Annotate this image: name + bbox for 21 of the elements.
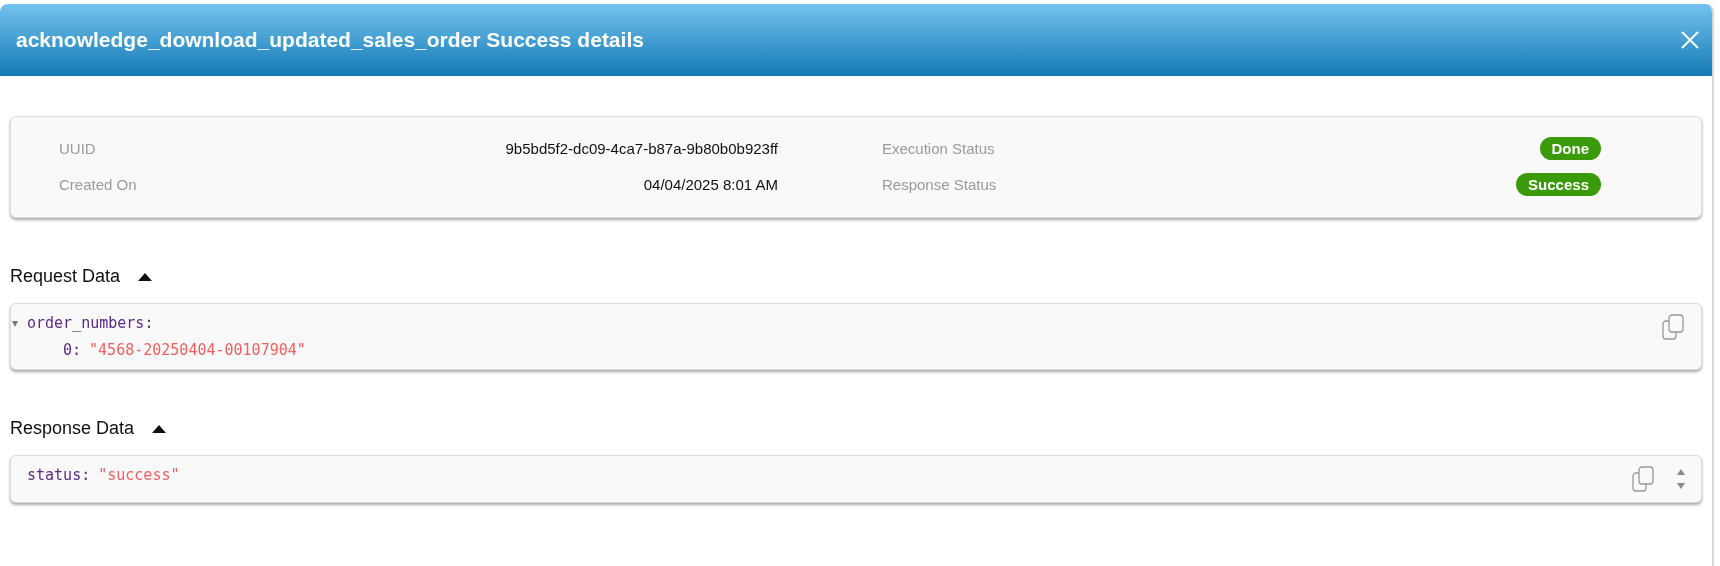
detail-label: Created On bbox=[59, 175, 137, 193]
scroll-up-icon[interactable] bbox=[1677, 469, 1685, 475]
detail-label: Response Status bbox=[882, 175, 997, 193]
copy-icon[interactable] bbox=[1661, 314, 1685, 340]
json-value: "success" bbox=[98, 466, 180, 484]
dialog-title: acknowledge_download_updated_sales_order Success details bbox=[16, 28, 644, 52]
status-badge: Success bbox=[1516, 172, 1601, 196]
collapse-icon[interactable] bbox=[12, 319, 18, 327]
json-value: "4568-20250404-00107904" bbox=[89, 341, 306, 359]
scroll-down-icon[interactable] bbox=[1677, 483, 1685, 489]
json-key: 0: bbox=[63, 341, 82, 359]
detail-label: Execution Status bbox=[882, 139, 995, 157]
section-title: Request Data bbox=[10, 266, 121, 287]
section-title: Response Data bbox=[10, 418, 135, 439]
copy-icon[interactable] bbox=[1631, 466, 1655, 492]
detail-value: 9b5bd5f2-dc09-4ca7-b87a-9b80b0b923ff bbox=[505, 139, 778, 157]
json-key: status: bbox=[27, 466, 91, 484]
json-key: order_numbers: bbox=[27, 314, 154, 332]
status-badge: Done bbox=[1539, 136, 1601, 160]
detail-label: UUID bbox=[59, 139, 96, 157]
detail-value: 04/04/2025 8:01 AM bbox=[643, 175, 778, 193]
